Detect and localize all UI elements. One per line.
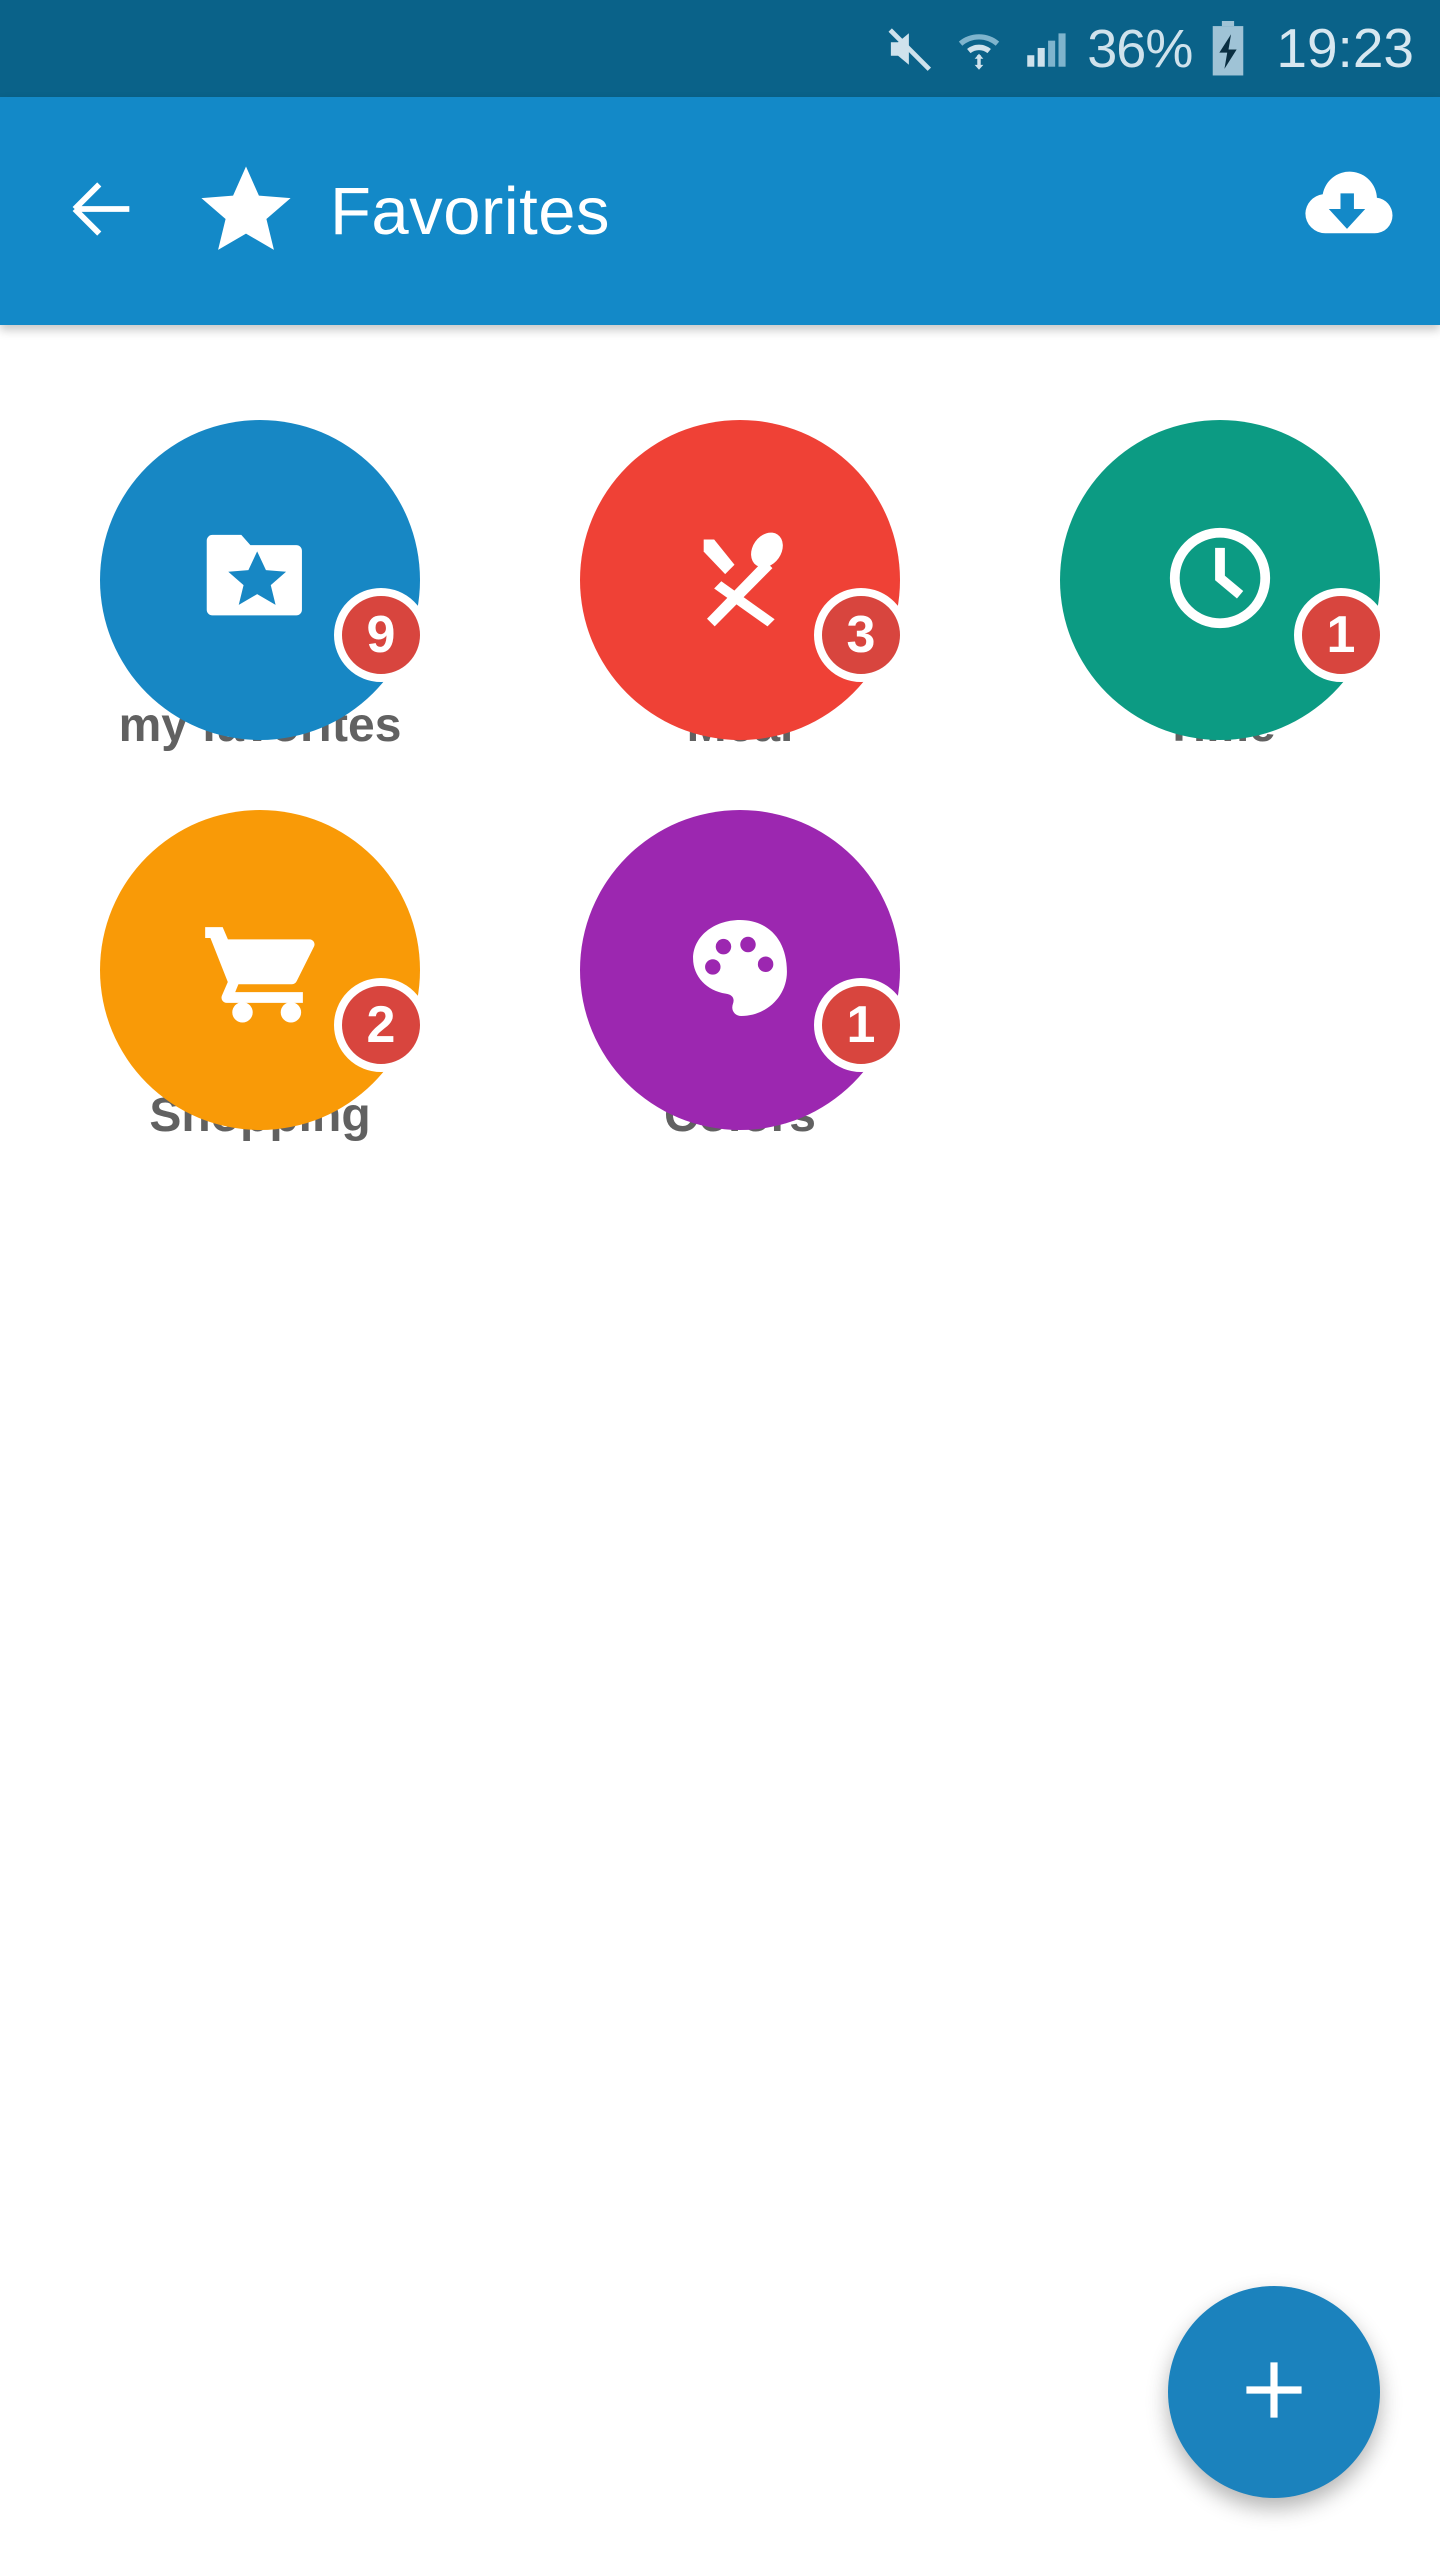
category-icon-wrap: 1 bbox=[1060, 420, 1388, 740]
arrow-left-icon bbox=[61, 168, 143, 255]
cloud-download-icon bbox=[1295, 157, 1399, 266]
category-item-time[interactable]: 1 Time bbox=[1000, 420, 1440, 750]
category-circle[interactable] bbox=[1060, 420, 1380, 740]
folder-star-icon bbox=[192, 510, 328, 651]
category-icon-wrap: 2 bbox=[100, 810, 428, 1130]
category-circle[interactable] bbox=[100, 420, 420, 740]
category-circle[interactable] bbox=[100, 810, 420, 1130]
category-badge: 2 bbox=[334, 978, 428, 1072]
category-icon-wrap: 3 bbox=[580, 420, 908, 740]
category-grid: 9 my favorites bbox=[0, 420, 1440, 1140]
battery-charging-icon bbox=[1208, 20, 1248, 77]
back-button[interactable] bbox=[56, 165, 148, 257]
clock-icon bbox=[1153, 511, 1287, 650]
category-item-my-favorites[interactable]: 9 my favorites bbox=[40, 420, 480, 750]
category-circle[interactable] bbox=[580, 420, 900, 740]
app-bar: Favorites bbox=[0, 97, 1440, 325]
category-item-meal[interactable]: 3 Meal bbox=[520, 420, 960, 750]
shopping-cart-icon bbox=[190, 898, 330, 1043]
category-icon-wrap: 9 bbox=[100, 420, 428, 740]
app-screen: 36% 19:23 Favorites 9 3 1 2 1 bbox=[0, 0, 1440, 2560]
battery-percent-label: 36% bbox=[1087, 18, 1193, 79]
page-title: Favorites bbox=[330, 173, 611, 249]
category-item-shopping[interactable]: 2 Shopping bbox=[40, 810, 480, 1140]
category-badge: 1 bbox=[814, 978, 908, 1072]
cellular-signal-icon bbox=[1021, 24, 1071, 74]
paint-palette-icon bbox=[676, 904, 804, 1037]
category-badge: 3 bbox=[814, 588, 908, 682]
content-area: 9 my favorites bbox=[0, 325, 1440, 2560]
star-icon bbox=[196, 159, 296, 264]
app-bar-title-group: Favorites bbox=[196, 159, 1292, 264]
category-circle[interactable] bbox=[580, 810, 900, 1130]
knife-spoon-icon bbox=[674, 512, 806, 649]
add-button[interactable] bbox=[1168, 2286, 1380, 2498]
plus-icon bbox=[1231, 2347, 1317, 2438]
volume-mute-icon bbox=[883, 22, 937, 76]
cloud-download-button[interactable] bbox=[1292, 156, 1402, 266]
category-badge: 9 bbox=[334, 588, 428, 682]
category-badge: 1 bbox=[1294, 588, 1388, 682]
wifi-icon bbox=[953, 23, 1005, 75]
status-icon-group: 36% 19:23 bbox=[883, 17, 1414, 79]
status-bar: 36% 19:23 bbox=[0, 0, 1440, 97]
category-icon-wrap: 1 bbox=[580, 810, 908, 1130]
status-clock: 19:23 bbox=[1276, 17, 1414, 79]
category-item-colors[interactable]: 1 Colors bbox=[520, 810, 960, 1140]
